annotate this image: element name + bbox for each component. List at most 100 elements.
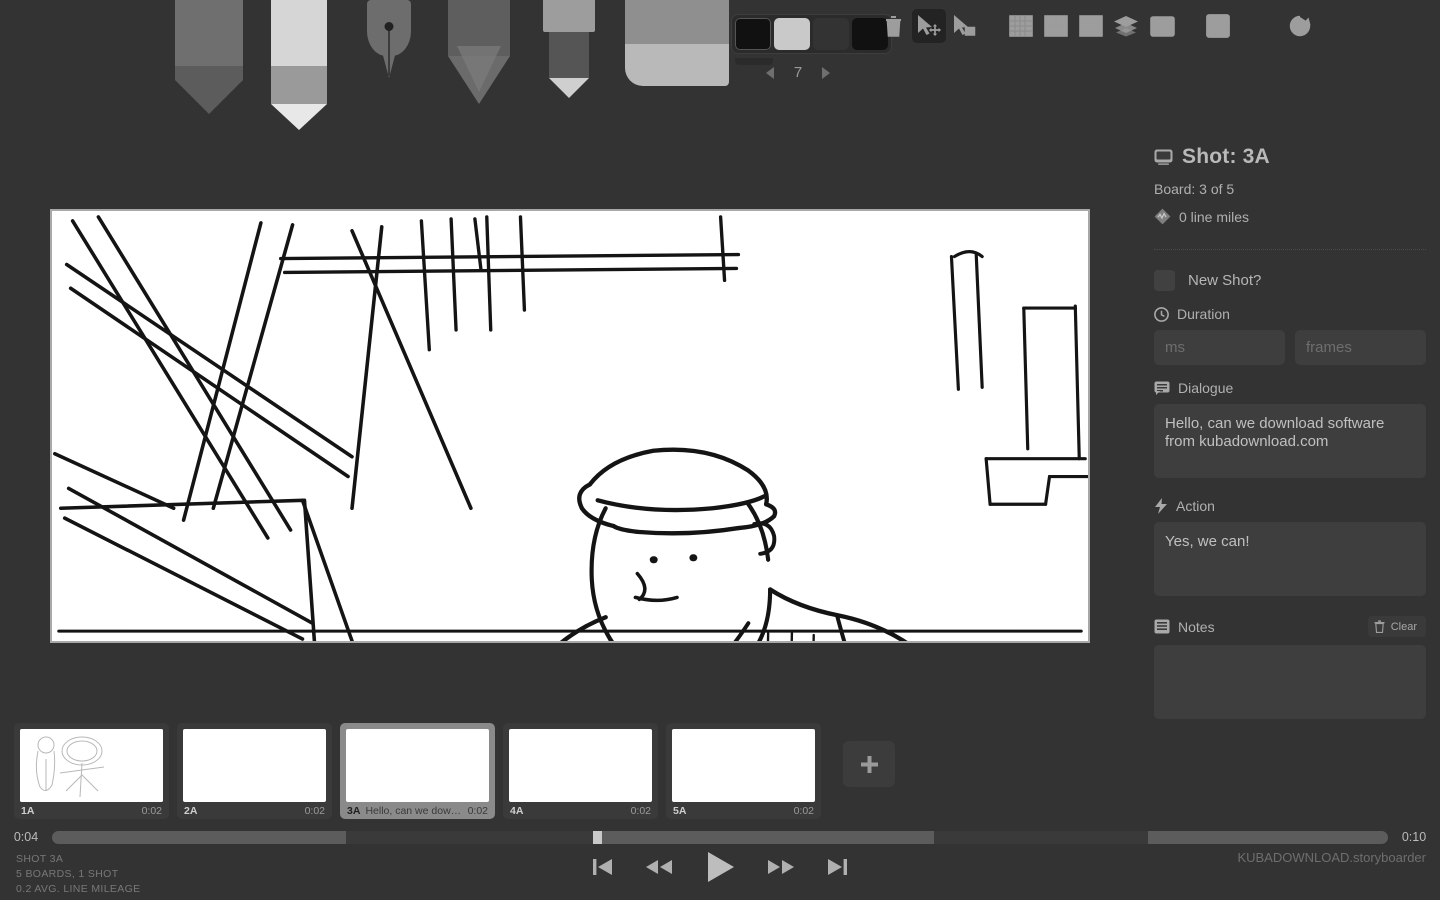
thumbnail-number: 3A — [347, 804, 361, 817]
photoshop-icon: Ps — [1206, 14, 1230, 38]
light-pencil-tool[interactable] — [262, 0, 336, 130]
thumbnail-number: 2A — [184, 804, 198, 817]
grid-quarters-button[interactable] — [1039, 9, 1073, 43]
timeline-segment — [52, 830, 346, 844]
grid-quarters-icon — [1044, 15, 1068, 37]
shot-title-row: Shot: 3A — [1154, 145, 1426, 169]
action-label-row: Action — [1154, 498, 1426, 514]
thumbnail-board-5A[interactable]: 5A 0:02 — [666, 723, 821, 819]
thumbnail-number: 1A — [21, 804, 35, 817]
layers-icon — [1114, 16, 1138, 37]
grid-icon — [1009, 15, 1033, 37]
new-shot-row[interactable]: New Shot? — [1154, 270, 1426, 291]
duration-label-row: Duration — [1154, 306, 1426, 322]
color-palette: 7 — [731, 14, 892, 81]
dialogue-label: Dialogue — [1178, 380, 1234, 396]
grid-thirds-button[interactable] — [1074, 9, 1108, 43]
thumbnail-sketch-4A — [509, 729, 652, 802]
pen-tool[interactable] — [352, 0, 426, 130]
drawing-canvas[interactable] — [50, 209, 1090, 643]
brush-size-increase-icon[interactable] — [822, 66, 830, 79]
timeline-scrubber[interactable]: 0:04 0:10 — [0, 826, 1440, 848]
thumbnail-number: 5A — [673, 804, 687, 817]
thumbnail-meta-3A: 3A Hello, can we downloa... 0:02 — [346, 802, 489, 819]
move-tool-icon — [918, 15, 941, 36]
color-swatch-2[interactable] — [813, 18, 849, 50]
thumbnail-duration: 0:02 — [141, 804, 162, 817]
rewind-button[interactable] — [644, 856, 674, 878]
thumbnail-sketch-3A — [346, 729, 489, 802]
timeline-track[interactable] — [52, 830, 1388, 844]
line-miles-row: 0 line miles — [1154, 208, 1426, 225]
thumbnail-sketch-1A — [20, 729, 163, 802]
thumbnail-duration: 0:02 — [630, 804, 651, 817]
move-tool-button[interactable] — [912, 9, 946, 43]
thumbnail-meta-5A: 5A 0:02 — [672, 802, 815, 819]
brush-size-value: 7 — [793, 64, 803, 81]
storyboarder-window: 7 Ps Shot: 3A Board: 3 of 5 0 line miles… — [0, 0, 1440, 900]
duration-fields — [1154, 330, 1426, 365]
timeline-start-time: 0:04 — [13, 830, 39, 844]
pencil-tool[interactable] — [442, 0, 516, 130]
new-shot-checkbox[interactable] — [1154, 270, 1175, 291]
app-watermark: KUBADOWNLOAD.storyboarder — [1237, 850, 1426, 865]
skip-to-end-button[interactable] — [826, 856, 848, 878]
grid-button[interactable] — [1004, 9, 1038, 43]
photoshop-button[interactable]: Ps — [1201, 9, 1235, 43]
timeline-playhead[interactable] — [593, 830, 603, 844]
notes-icon — [1154, 619, 1170, 634]
brush-tool[interactable] — [532, 0, 606, 130]
panel-divider — [1154, 249, 1426, 250]
thumbnail-board-4A[interactable]: 4A 0:02 — [503, 723, 658, 819]
thumbnail-dialogue: Hello, can we downloa... — [365, 804, 462, 817]
add-board-button[interactable] — [843, 741, 895, 787]
fast-forward-button[interactable] — [766, 856, 796, 878]
thumbnail-sketch-5A — [672, 729, 815, 802]
color-swatch-0[interactable] — [735, 18, 771, 50]
thumbnail-board-2A[interactable]: 2A 0:02 — [177, 723, 332, 819]
duration-ms-input[interactable] — [1154, 330, 1285, 365]
clear-trash-icon — [1374, 620, 1385, 633]
thumbnail-number: 4A — [510, 804, 524, 817]
timeline-segment — [593, 830, 934, 844]
shot-icon — [1154, 149, 1173, 165]
playback-controls — [0, 850, 1440, 884]
dialogue-icon — [1154, 381, 1170, 395]
board-icon — [1149, 15, 1175, 37]
notes-label: Notes — [1178, 618, 1215, 635]
timeline-segment — [1147, 830, 1388, 844]
thumbnail-board-1A[interactable]: 1A 0:02 — [14, 723, 169, 819]
eraser-tool[interactable] — [622, 0, 732, 130]
board-count-text: Board: 3 of 5 — [1154, 181, 1235, 197]
brush-size-decrease-icon[interactable] — [766, 66, 774, 79]
layers-button[interactable] — [1109, 9, 1143, 43]
refresh-button[interactable] — [1283, 9, 1317, 43]
clear-notes-button[interactable]: Clear — [1367, 616, 1426, 637]
trash-button[interactable] — [876, 9, 910, 43]
timeline-end-time: 0:10 — [1401, 830, 1427, 844]
shot-title-text: Shot: 3A — [1182, 145, 1270, 168]
status-mileage: 0.2 AVG. LINE MILEAGE — [16, 882, 141, 895]
play-button[interactable] — [704, 850, 736, 884]
clear-label: Clear — [1390, 620, 1417, 633]
marker-tool[interactable] — [172, 0, 246, 130]
scale-tool-button[interactable] — [948, 9, 982, 43]
line-miles-icon — [1154, 208, 1171, 225]
refresh-icon — [1289, 15, 1311, 37]
thumbnail-meta-4A: 4A 0:02 — [509, 802, 652, 819]
duration-frames-input[interactable] — [1295, 330, 1426, 365]
trash-icon — [885, 16, 901, 37]
storyboard-sketch — [53, 211, 1088, 641]
thumbnail-board-3A[interactable]: 3A Hello, can we downloa... 0:02 — [340, 723, 495, 819]
color-swatch-1[interactable] — [774, 18, 810, 50]
action-input[interactable] — [1154, 522, 1426, 596]
action-label: Action — [1176, 498, 1215, 514]
thumbnail-duration: 0:02 — [467, 804, 488, 817]
brush-size-stepper: 7 — [731, 64, 865, 81]
dialogue-input[interactable] — [1154, 404, 1426, 478]
board-button[interactable] — [1145, 9, 1179, 43]
line-miles-text: 0 line miles — [1179, 208, 1250, 225]
notes-input[interactable] — [1154, 645, 1426, 719]
thumbnail-duration: 0:02 — [304, 804, 325, 817]
skip-to-start-button[interactable] — [592, 856, 614, 878]
